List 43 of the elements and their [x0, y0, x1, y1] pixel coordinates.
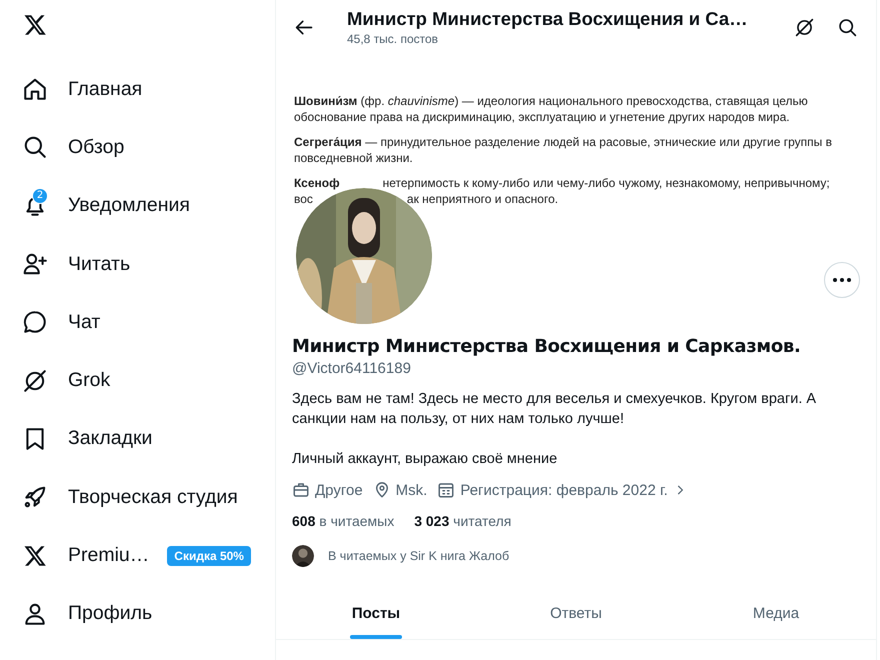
- dots-icon: [833, 278, 851, 282]
- bio-text: Личный аккаунт, выражаю своё мнение: [292, 450, 558, 469]
- banner-paragraph: Шовини́зм (фр. chauvinisme) — идеология национального превосходства, ставящая целью обоснование права на дискриминацию, эксплуатацию и угнетение других народов мира.: [294, 93, 809, 125]
- discount-tag: Скидка 50%: [167, 546, 251, 566]
- profile-title: Министр Министерства Восхищения и Са…: [347, 8, 749, 30]
- briefcase-icon: [292, 481, 310, 499]
- sidebar-item[interactable]: Профиль: [22, 584, 275, 643]
- profile-tab[interactable]: Ответы: [476, 587, 676, 639]
- follow-stat[interactable]: 608 в читаемых: [292, 513, 394, 529]
- banner-text: Ксеноф: [294, 175, 340, 191]
- post-count: 45,8 тыс. постов: [347, 32, 440, 46]
- search-icon[interactable]: [837, 16, 858, 38]
- sidebar-item[interactable]: Главная: [22, 60, 275, 118]
- profile-detail: Msk.: [396, 482, 428, 498]
- sidebar-item[interactable]: Чат: [22, 293, 275, 352]
- banner-text: нетерпимость к кому-либо или чему-либо чужому, незнакомому, непривычному;: [382, 175, 830, 191]
- sidebar-item[interactable]: Обзор: [22, 118, 275, 177]
- notification-badge: 2: [32, 188, 48, 204]
- bio-text: Здесь вам не там! Здесь не место для веселья и смехуечков. Кругом враги. А санкции нам на пользу, от них нам только лучше!: [292, 390, 818, 429]
- sidebar-item[interactable]: Творческая студия: [22, 468, 275, 526]
- sidebar-item[interactable]: Premiu… Скидка 50%: [22, 526, 275, 585]
- slashed-circle-icon[interactable]: [794, 16, 815, 38]
- home-icon: [22, 76, 48, 102]
- banner-paragraph: Сегрега́ция — принудительное разделение людей на расовые, этнические или другие группы в повседневной жизни.: [294, 134, 833, 166]
- sidebar-item[interactable]: Grok: [22, 351, 275, 410]
- display-name: Министр Министерства Восхищения и Сарказмов.: [292, 336, 802, 357]
- profile-detail: Другое: [315, 482, 363, 498]
- username: @Victor64116189: [292, 360, 412, 377]
- calendar-icon: [437, 481, 456, 499]
- sidebar-item[interactable]: Читать: [22, 234, 275, 294]
- join-date: Регистрация: февраль 2022 г.: [460, 482, 668, 498]
- slashed-circle-icon: [22, 368, 48, 394]
- more-button[interactable]: [824, 262, 860, 298]
- search-icon: [22, 134, 48, 160]
- banner-text: ак неприятного и опасного.: [406, 191, 558, 207]
- sidebar-item[interactable]: Закладки: [22, 410, 275, 468]
- banner-text: вос: [294, 191, 313, 207]
- profile-tab[interactable]: Посты: [276, 587, 476, 639]
- follow-stat[interactable]: 3 023 читателя: [414, 513, 512, 529]
- sidebar-item[interactable]: 2 Уведомления: [22, 176, 275, 235]
- followed-by-text[interactable]: В читаемых у Sir K нига Жалоб: [328, 549, 510, 563]
- profile-tab[interactable]: Медиа: [676, 587, 876, 639]
- speech-bubble-icon: [22, 309, 48, 336]
